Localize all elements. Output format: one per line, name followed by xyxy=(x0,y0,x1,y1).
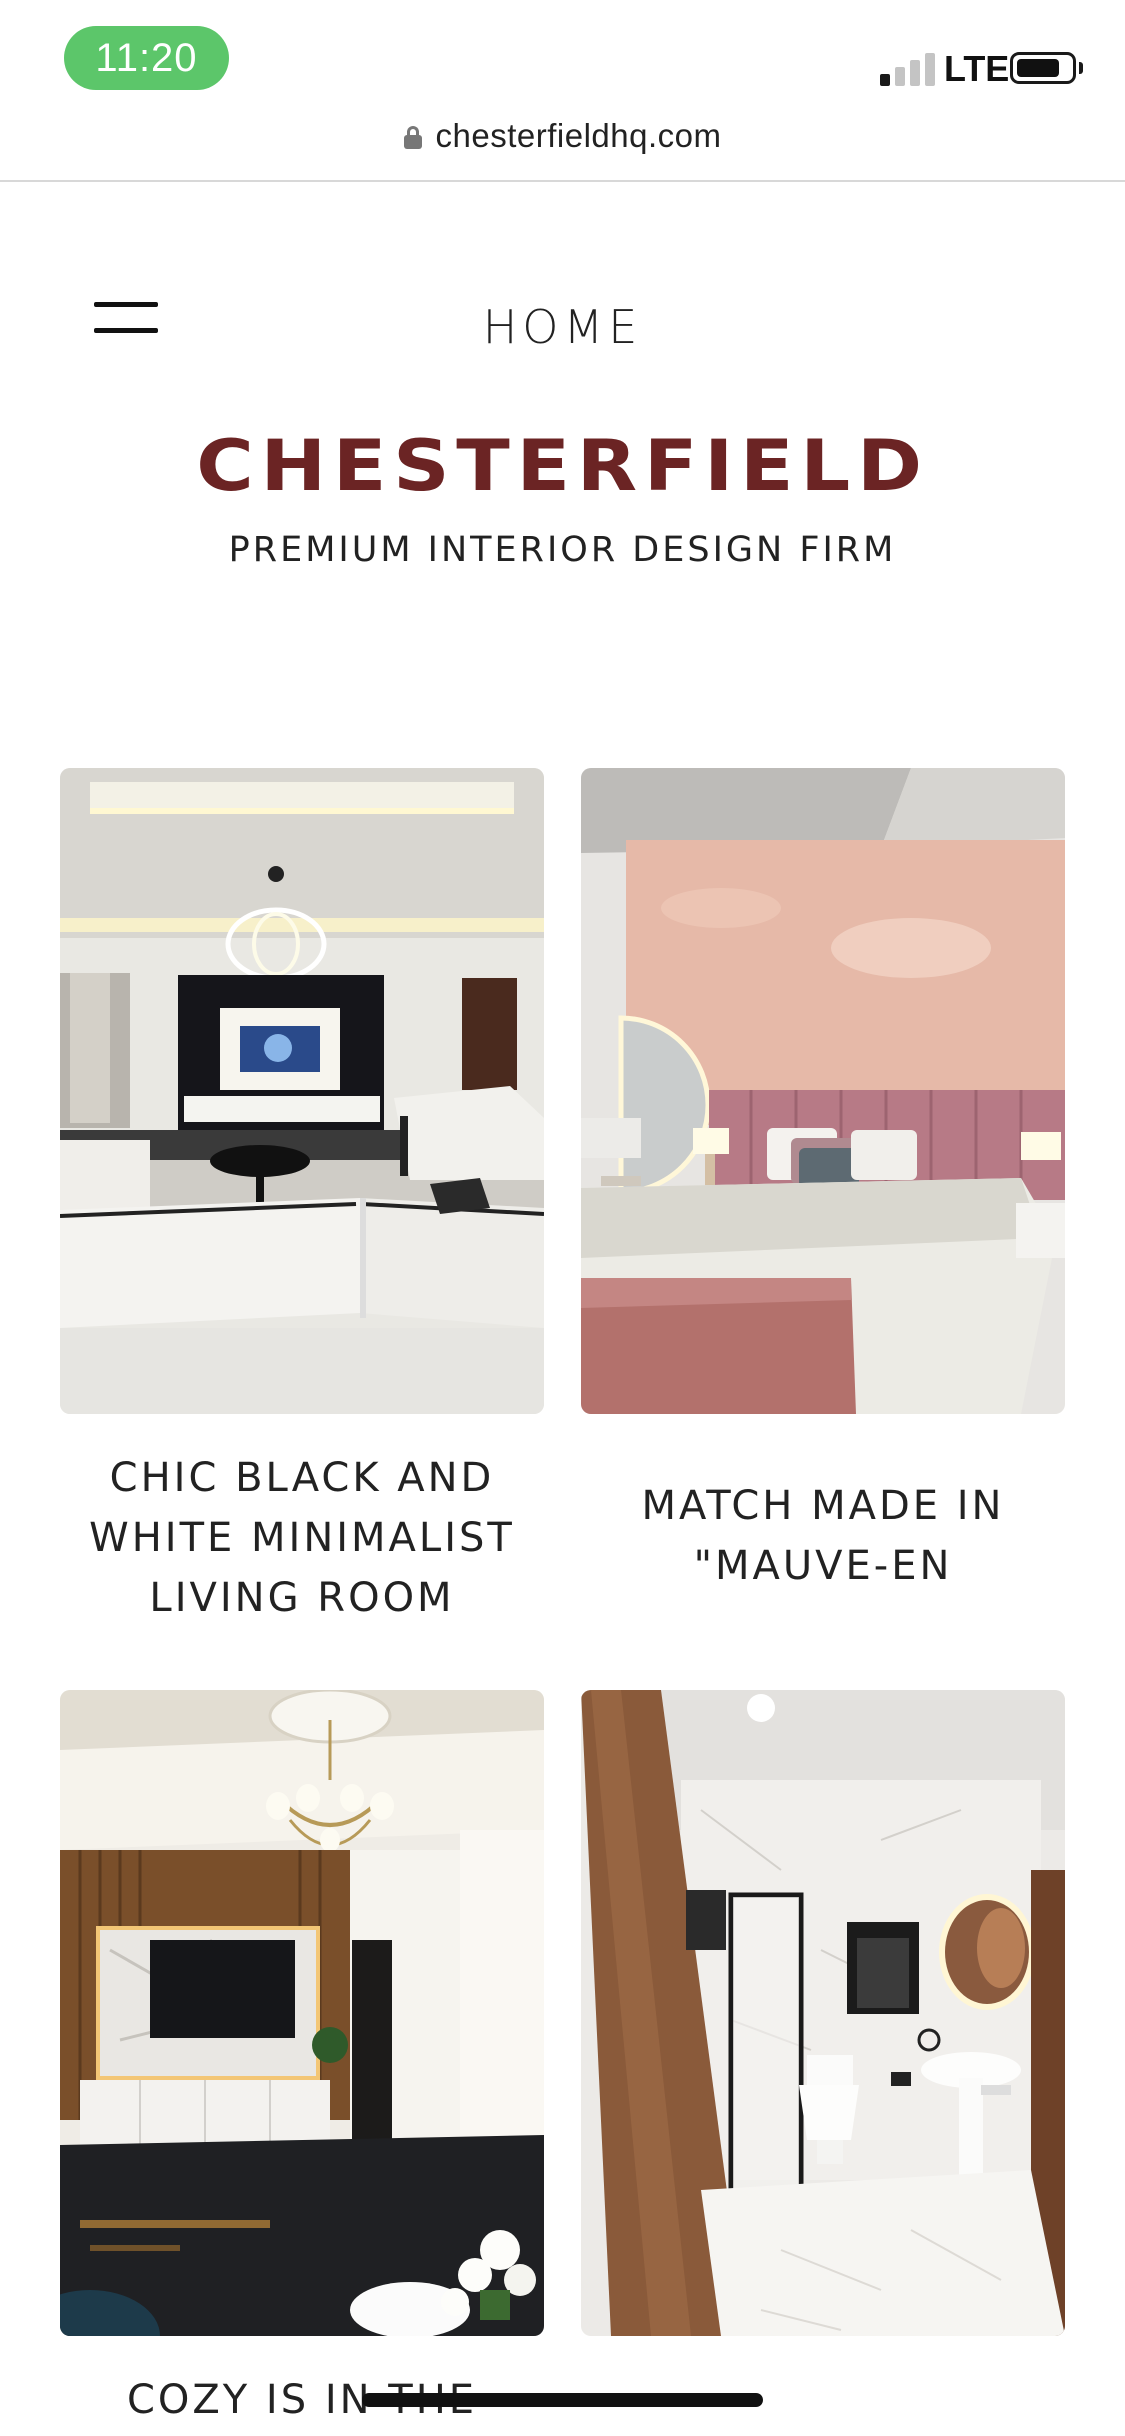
gallery-card[interactable]: MATCH MADE IN "MAUVE-EN xyxy=(581,768,1065,1596)
lock-icon xyxy=(403,126,422,150)
gallery-card[interactable] xyxy=(581,1690,1065,2336)
network-type: LTE xyxy=(944,48,1010,89)
battery-cap xyxy=(1079,62,1083,74)
bathroom-photo[interactable] xyxy=(581,1690,1065,2336)
cellular-signal-icon xyxy=(880,52,936,86)
status-bar: 11:20 LTE xyxy=(0,0,1125,120)
url-text: chesterfieldhq.com xyxy=(435,117,722,154)
gallery-caption[interactable]: MATCH MADE IN "MAUVE-EN xyxy=(581,1476,1065,1596)
gallery-card[interactable]: COZY IS IN THE xyxy=(60,1690,544,2430)
living-room-photo[interactable] xyxy=(60,768,544,1414)
status-time[interactable]: 11:20 xyxy=(64,26,229,90)
browser-divider xyxy=(0,180,1125,182)
battery-icon xyxy=(1010,52,1076,84)
tv-lounge-photo[interactable] xyxy=(60,1690,544,2336)
gallery-card[interactable]: CHIC BLACK AND WHITE MINIMALIST LIVING R… xyxy=(60,768,544,1628)
address-bar[interactable]: chesterfieldhq.com xyxy=(0,110,1125,162)
bedroom-photo[interactable] xyxy=(581,768,1065,1414)
home-indicator[interactable] xyxy=(362,2393,763,2407)
page-title: HOME xyxy=(482,300,643,354)
brand-tagline: PREMIUM INTERIOR DESIGN FIRM xyxy=(228,530,897,570)
gallery-caption[interactable]: CHIC BLACK AND WHITE MINIMALIST LIVING R… xyxy=(60,1448,544,1628)
brand-logo[interactable]: CHESTERFIELD xyxy=(0,425,1125,507)
